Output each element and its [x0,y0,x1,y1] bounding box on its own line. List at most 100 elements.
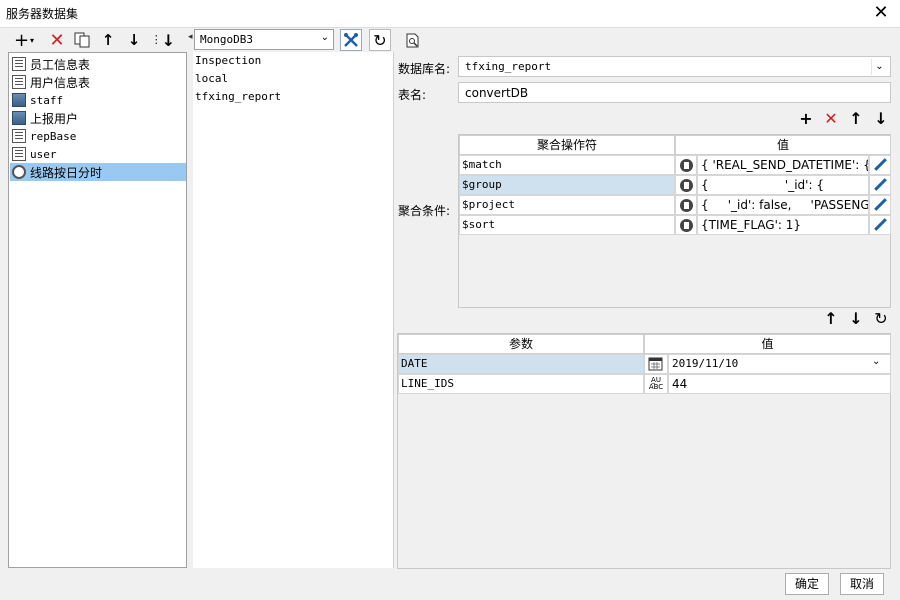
param-name-cell[interactable]: LINE_IDS [398,374,644,394]
ok-button[interactable]: 确定 [785,573,829,595]
column-header-value: 值 [644,334,891,354]
middle-toolbar: ↻ [338,28,428,51]
tree-item-label: 线路按日分时 [30,165,103,180]
arrow-down-icon[interactable]: ↓ [846,309,866,329]
table-name-label: 表名: [398,88,427,102]
list-item[interactable]: tfxing_report [195,90,281,103]
table-name-input[interactable]: convertDB [458,82,891,103]
refresh-icon[interactable]: ↻ [369,29,391,51]
edit-icon[interactable] [871,216,889,234]
table-row [869,215,891,235]
list-item[interactable]: Inspection [195,54,261,67]
copy-icon[interactable] [71,29,93,51]
tree-item-label: 上报用户 [30,111,79,126]
database-icon [12,111,26,125]
add-icon[interactable]: + [796,109,816,129]
tree-item[interactable]: 用户信息表 [10,73,186,91]
arrow-up-icon[interactable]: ↑ [821,309,841,329]
table-row [869,175,891,195]
table-row [675,155,697,175]
param-value-date[interactable]: 2019/11/10 [668,354,891,374]
calendar-icon[interactable] [647,355,665,373]
tree-item-selected[interactable]: 线路按日分时 [10,163,186,181]
table-icon [12,57,26,71]
db-name-value: tfxing_report [465,60,552,73]
database-list[interactable]: Inspection local tfxing_report [193,52,394,568]
agg-operator-cell[interactable]: $group [459,175,675,195]
tree-item-label: user [30,147,57,161]
chevron-down-icon: ⌄ [320,32,329,43]
column-header-param: 参数 [398,334,644,354]
parameters-grid: 参数 值 DATE 2019/11/10 ⌄ LINE_IDS A̲U ABC 4… [397,333,891,569]
chevron-down-icon[interactable]: ⌄ [872,356,880,367]
dataset-tree[interactable]: 员工信息表 用户信息表 staff 上报用户 repBase user 线路按日… [8,52,187,568]
sort-icon[interactable]: ⋮ ↓ [150,29,176,51]
tree-item-label: 用户信息表 [30,75,91,90]
agg-operator-cell[interactable]: $match [459,155,675,175]
tree-item[interactable]: 员工信息表 [10,55,186,73]
edit-icon[interactable] [871,176,889,194]
tools-icon[interactable] [340,29,362,51]
tree-item-label: 员工信息表 [30,57,91,72]
aggregation-label: 聚合条件: [398,204,451,218]
agg-operator-cell[interactable]: $project [459,195,675,215]
db-name-select[interactable]: tfxing_report ⌄ [458,56,891,77]
tree-item-label: staff [30,93,64,107]
tree-item[interactable]: staff [10,91,186,109]
table-name-value: convertDB [465,86,529,100]
text-type-icon[interactable]: A̲U ABC [647,375,665,393]
document-icon[interactable] [677,156,695,174]
agg-value-cell[interactable]: { 'REAL_SEND_DATETIME': { [697,155,869,175]
table-row [675,215,697,235]
left-toolbar: + ▾ ✕ ↑ ↓ ⋮ ↓ [8,29,188,52]
edit-icon[interactable] [871,196,889,214]
chevron-down-icon: ⌄ [871,59,887,75]
table-icon [12,147,26,161]
param-value-line-ids[interactable]: 44 [668,374,891,394]
table-row: A̲U ABC [644,374,668,394]
arrow-up-icon[interactable]: ↑ [846,109,866,129]
agg-value-cell[interactable]: {TIME_FLAG': 1} [697,215,869,235]
refresh-icon[interactable]: ↻ [871,309,891,329]
table-row [675,175,697,195]
delete-icon[interactable]: ✕ [46,29,68,51]
window-title: 服务器数据集 [6,7,79,21]
title-bar: 服务器数据集 ✕ [0,0,900,28]
cancel-button[interactable]: 取消 [840,573,884,595]
list-item[interactable]: local [195,72,228,85]
arrow-up-icon[interactable]: ↑ [97,29,119,51]
tree-item[interactable]: user [10,145,186,163]
add-icon[interactable]: + ▾ [10,29,38,51]
connection-select-value: MongoDB3 [200,33,253,46]
collapse-left-icon[interactable]: ◂ [188,32,193,42]
table-icon [12,129,26,143]
tree-item-label: repBase [30,129,77,143]
table-row [869,195,891,215]
tree-item[interactable]: 上报用户 [10,109,186,127]
table-icon [12,75,26,89]
connection-select[interactable]: MongoDB3 ⌄ [194,29,334,50]
arrow-down-icon[interactable]: ↓ [871,109,891,129]
document-icon[interactable] [677,216,695,234]
agg-operator-cell[interactable]: $sort [459,215,675,235]
table-row [869,155,891,175]
param-name-cell[interactable]: DATE [398,354,644,374]
arrow-down-icon[interactable]: ↓ [123,29,145,51]
preview-icon[interactable] [402,29,424,51]
edit-icon[interactable] [871,156,889,174]
column-header-value: 值 [675,135,891,155]
agg-value-cell[interactable]: { '_id': false, 'PASSENGE [697,195,869,215]
database-icon [12,93,26,107]
document-icon[interactable] [677,196,695,214]
view-icon [12,165,26,179]
tree-item[interactable]: repBase [10,127,186,145]
column-header-operator: 聚合操作符 [459,135,675,155]
table-row [644,354,668,374]
aggregation-grid: 聚合操作符 值 $match { 'REAL_SEND_DATETIME': {… [458,134,891,308]
document-icon[interactable] [677,176,695,194]
table-row [675,195,697,215]
db-name-label: 数据库名: [398,62,451,76]
delete-icon[interactable]: ✕ [821,109,841,129]
close-icon[interactable]: ✕ [870,2,892,24]
agg-value-cell[interactable]: { '_id': { [697,175,869,195]
